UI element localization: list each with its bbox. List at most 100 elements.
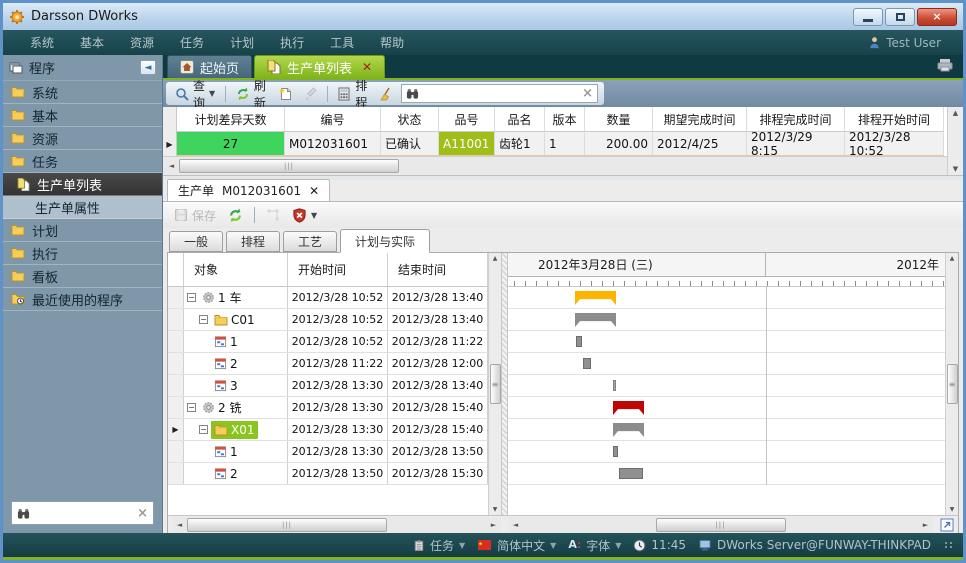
query-dropdown-icon[interactable]: ▼	[209, 89, 215, 98]
tree-row-8[interactable]: 22012/3/28 13:502012/3/28 15:30	[168, 463, 488, 485]
tree-vscroll-thumb[interactable]: ≡	[490, 364, 501, 404]
splitter-handle[interactable]	[501, 253, 508, 515]
tree-row-1[interactable]: −C012012/3/28 10:522012/3/28 13:40	[168, 309, 488, 331]
tab-production-order-list[interactable]: 生产单列表 ✕	[254, 55, 385, 78]
tree-obj-cell[interactable]: −C01	[184, 309, 288, 330]
sidebar-item-3[interactable]: 任务	[3, 150, 162, 173]
tree-obj-cell[interactable]: −2 铣	[184, 397, 288, 418]
tree-row-3[interactable]: 22012/3/28 11:222012/3/28 12:00	[168, 353, 488, 375]
detail-tab-1[interactable]: 排程	[226, 231, 280, 252]
validate-dropdown-icon[interactable]: ▼	[311, 211, 317, 220]
tree-obj-cell[interactable]: 1	[184, 441, 288, 462]
tree-obj-cell[interactable]: −X01	[184, 419, 288, 440]
menu-item-6[interactable]: 工具	[317, 34, 367, 51]
sidebar-item-6[interactable]: 计划	[3, 219, 162, 242]
sidebar-search-clear-icon[interactable]: ×	[137, 507, 148, 520]
sidebar-search-input[interactable]	[34, 506, 133, 520]
gantt-vscrollbar[interactable]: ▲≡▼	[945, 253, 958, 515]
tree-row-4[interactable]: 32012/3/28 13:302012/3/28 13:40	[168, 375, 488, 397]
maximize-button[interactable]	[885, 8, 915, 26]
dropdown-arrow-icon[interactable]: ▼	[459, 541, 465, 550]
status-item-0[interactable]: 任务▼	[413, 537, 465, 554]
sidebar-collapse-button[interactable]: ◄	[140, 60, 156, 75]
menu-item-0[interactable]: 系统	[17, 34, 67, 51]
status-item-2[interactable]: A:字体▼	[568, 537, 621, 554]
hierarchy-button[interactable]	[263, 207, 283, 223]
dropdown-arrow-icon[interactable]: ▼	[550, 541, 556, 550]
open-external-icon[interactable]	[940, 518, 954, 532]
grid-col-header-5[interactable]: 版本	[545, 107, 585, 132]
menu-item-5[interactable]: 执行	[267, 34, 317, 51]
grid-hscrollbar[interactable]: ◄ |||	[163, 156, 947, 175]
grid-col-header-7[interactable]: 期望完成时间	[653, 107, 747, 132]
detail-tab-2[interactable]: 工艺	[283, 231, 337, 252]
detail-refresh-button[interactable]	[225, 207, 246, 224]
validate-button[interactable]: ▼	[289, 207, 320, 224]
tree-row-2[interactable]: 12012/3/28 10:522012/3/28 11:22	[168, 331, 488, 353]
grid-col-header-0[interactable]: 计划差异天数	[177, 107, 285, 132]
tree-row-0[interactable]: −1 车2012/3/28 10:522012/3/28 13:40	[168, 287, 488, 309]
sidebar-item-7[interactable]: 执行	[3, 242, 162, 265]
sidebar-item-1[interactable]: 基本	[3, 104, 162, 127]
gantt-bar-7[interactable]	[613, 446, 618, 457]
grid-col-header-8[interactable]: 排程完成时间	[747, 107, 845, 132]
tree-col-header-2[interactable]: 结束时间	[388, 253, 488, 287]
clean-button[interactable]	[376, 86, 396, 102]
scroll-left-icon[interactable]: ◄	[164, 159, 179, 174]
tree-obj-cell[interactable]: 2	[184, 463, 288, 484]
expander-icon[interactable]: −	[187, 293, 196, 302]
tree-obj-cell[interactable]: 3	[184, 375, 288, 396]
grid-col-header-6[interactable]: 数量	[585, 107, 653, 132]
tree-row-6[interactable]: ▶−X012012/3/28 13:302012/3/28 15:40	[168, 419, 488, 441]
tree-hscrollbar[interactable]: ◄|||►	[172, 517, 501, 533]
gantt-vscroll-thumb[interactable]: ≡	[947, 364, 958, 404]
sidebar-item-8[interactable]: 看板	[3, 265, 162, 288]
grid-col-header-3[interactable]: 品号	[439, 107, 495, 132]
grid-row[interactable]: ▶ 27M012031601已确认A11001齿轮11200.002012/4/…	[163, 132, 947, 156]
menu-item-4[interactable]: 计划	[217, 34, 267, 51]
close-button[interactable]: ×	[917, 8, 957, 26]
gantt-bar-4[interactable]	[613, 380, 616, 391]
tab-home[interactable]: 起始页	[167, 55, 252, 78]
tree-obj-cell[interactable]: 2	[184, 353, 288, 374]
gantt-bar-3[interactable]	[583, 358, 591, 369]
sidebar-item-5[interactable]: 生产单属性	[3, 196, 162, 219]
menu-item-7[interactable]: 帮助	[367, 34, 417, 51]
tree-row-5[interactable]: −2 铣2012/3/28 13:302012/3/28 15:40	[168, 397, 488, 419]
sidebar-item-0[interactable]: 系统	[3, 81, 162, 104]
grid-col-header-1[interactable]: 编号	[285, 107, 381, 132]
quick-filter-input[interactable]	[423, 87, 578, 101]
quick-filter-clear-icon[interactable]: ×	[582, 87, 593, 100]
tab-close-icon[interactable]: ✕	[362, 60, 372, 74]
expander-icon[interactable]: −	[199, 315, 208, 324]
sidebar-item-2[interactable]: 资源	[3, 127, 162, 150]
status-item-1[interactable]: 简体中文▼	[477, 537, 556, 554]
gantt-bar-2[interactable]	[576, 336, 582, 347]
tree-vscrollbar[interactable]: ▲≡▼	[488, 253, 501, 515]
sidebar-item-4[interactable]: 生产单列表	[3, 173, 162, 196]
tree-obj-cell[interactable]: −1 车	[184, 287, 288, 308]
gantt-hscrollbar[interactable]: ◄|||►	[508, 517, 933, 533]
expander-icon[interactable]: −	[187, 403, 196, 412]
order-detail-tab[interactable]: 生产单 M012031601 ✕	[167, 179, 330, 201]
menu-item-2[interactable]: 资源	[117, 34, 167, 51]
save-button[interactable]: 保存	[171, 206, 219, 225]
order-detail-close-icon[interactable]: ✕	[309, 184, 319, 198]
detail-tab-0[interactable]: 一般	[169, 231, 223, 252]
dropdown-arrow-icon[interactable]: ▼	[615, 541, 621, 550]
new-button[interactable]	[275, 86, 295, 102]
menu-item-1[interactable]: 基本	[67, 34, 117, 51]
sidebar-item-9[interactable]: 最近使用的程序	[3, 288, 162, 311]
grid-col-header-9[interactable]: 排程开始时间	[845, 107, 944, 132]
edit-button[interactable]	[300, 86, 320, 102]
tree-obj-cell[interactable]: 1	[184, 331, 288, 352]
grid-col-header-4[interactable]: 品名	[495, 107, 545, 132]
tree-row-7[interactable]: 12012/3/28 13:302012/3/28 13:50	[168, 441, 488, 463]
menu-item-3[interactable]: 任务	[167, 34, 217, 51]
gantt-bar-8[interactable]	[619, 468, 643, 479]
user-box[interactable]: Test User	[868, 36, 949, 50]
tree-col-header-0[interactable]: 对象	[184, 253, 288, 287]
expander-icon[interactable]: −	[199, 425, 208, 434]
grid-vscrollbar[interactable]: ▲▼	[947, 107, 963, 175]
resize-grip[interactable]	[945, 542, 953, 548]
